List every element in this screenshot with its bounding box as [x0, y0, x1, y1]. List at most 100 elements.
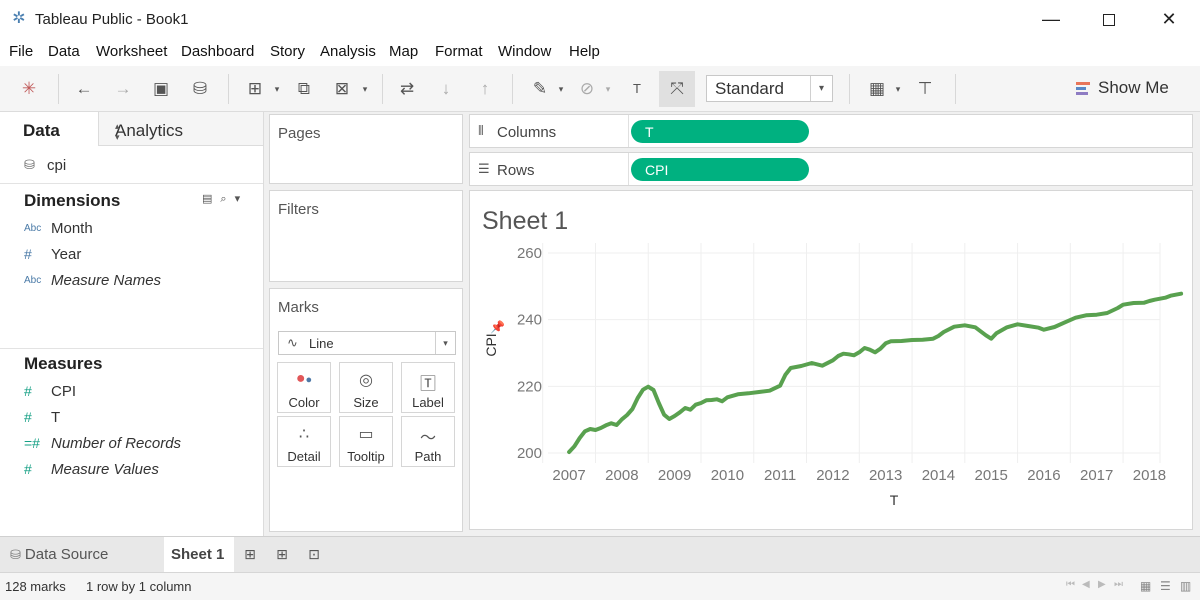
- group-caret-icon[interactable]: ▾: [603, 76, 613, 102]
- field-name: Number of Records: [51, 435, 182, 452]
- undo-icon[interactable]: ←: [71, 76, 97, 102]
- tab-data[interactable]: Data: [0, 112, 98, 146]
- fit-dropdown[interactable]: Standard ▾: [706, 75, 833, 102]
- sheet-tab-sheet-1[interactable]: Sheet 1: [164, 537, 234, 573]
- toolbar-separator: [228, 74, 229, 104]
- menu-help[interactable]: Help: [569, 43, 600, 60]
- menu-analysis[interactable]: Analysis: [320, 43, 376, 60]
- number-type-icon: #: [24, 409, 32, 425]
- filters-card[interactable]: Filters: [269, 190, 463, 282]
- label-button[interactable]: 🅃 Label: [401, 362, 455, 413]
- new-worksheet-icon[interactable]: ⊞: [242, 76, 268, 102]
- x-tick-label: 2017: [1080, 467, 1113, 484]
- redo-icon[interactable]: →: [110, 76, 136, 102]
- menu-window[interactable]: Window: [498, 43, 551, 60]
- field-name: Year: [51, 246, 82, 263]
- filmstrip-view-icon[interactable]: ▥: [1180, 579, 1191, 593]
- tooltip-button[interactable]: ▭ Tooltip: [339, 416, 393, 467]
- fix-axes-icon[interactable]: ⤧: [659, 71, 695, 107]
- duplicate-sheet-icon[interactable]: ⧉: [291, 76, 317, 102]
- y-tick-label: 220: [517, 378, 542, 395]
- menu-format[interactable]: Format: [435, 43, 483, 60]
- color-icon: ●●: [295, 370, 313, 387]
- new-dashboard-icon[interactable]: ⊞: [272, 546, 292, 564]
- columns-label: Columns: [497, 124, 557, 141]
- columns-shelf[interactable]: ⦀ Columns T: [469, 114, 1193, 148]
- menu-map[interactable]: Map: [389, 43, 418, 60]
- new-worksheet-icon[interactable]: ⊞: [240, 546, 260, 564]
- menu-file[interactable]: File: [9, 43, 33, 60]
- database-icon: ⛁: [10, 547, 21, 562]
- dimensions-tools: ▤ ⌕ ▾: [202, 192, 248, 208]
- list-view-icon[interactable]: ☰: [1160, 579, 1171, 593]
- detail-icon: ∴: [298, 426, 310, 443]
- chevron-down-icon: ▾: [810, 76, 832, 101]
- next-page-icon[interactable]: ▶: [1098, 579, 1106, 590]
- detail-button[interactable]: ∴ Detail: [277, 416, 331, 467]
- data-source-name: cpi: [47, 157, 67, 174]
- data-source-tab[interactable]: ⛁ Data Source: [10, 546, 108, 563]
- mark-type-dropdown[interactable]: ∿ Line ▾: [278, 331, 456, 355]
- tab-analytics[interactable]: Analytics ▴ ▾: [98, 112, 263, 146]
- menu-data[interactable]: Data: [48, 43, 80, 60]
- first-page-icon[interactable]: ⏮: [1066, 579, 1075, 590]
- menu-dashboard[interactable]: Dashboard: [181, 43, 254, 60]
- cpi-series-line: [567, 291, 1184, 454]
- columns-pill-t[interactable]: T: [631, 120, 809, 143]
- menu-story[interactable]: Story: [270, 43, 305, 60]
- x-tick-label: 2009: [658, 467, 691, 484]
- grid-view-icon[interactable]: ▦: [1140, 579, 1151, 593]
- new-story-icon[interactable]: ⊡: [304, 546, 324, 564]
- y-tick-label: 240: [517, 312, 542, 329]
- y-tick-label: 200: [517, 445, 542, 462]
- size-button[interactable]: ◎ Size: [339, 362, 393, 413]
- save-icon[interactable]: ▣: [148, 76, 174, 102]
- x-tick-label: 2015: [974, 467, 1007, 484]
- highlight-icon[interactable]: ✎: [527, 76, 553, 102]
- last-page-icon[interactable]: ⏭: [1114, 579, 1123, 590]
- mark-type-value: Line: [309, 336, 334, 351]
- presentation-mode-icon[interactable]: ⊤: [912, 76, 938, 102]
- fit-icon[interactable]: ▦: [864, 76, 890, 102]
- size-icon: ◎: [359, 372, 373, 389]
- view-cards-icon[interactable]: ▤: [202, 193, 212, 205]
- maximize-button[interactable]: [1086, 4, 1132, 34]
- clear-sheet-caret-icon[interactable]: ▾: [360, 76, 370, 102]
- x-tick-label: 2018: [1133, 467, 1166, 484]
- group-icon[interactable]: ⊘: [574, 76, 600, 102]
- prev-page-icon[interactable]: ◀: [1082, 579, 1090, 590]
- path-icon: 〜: [419, 430, 436, 447]
- sheet-tabs-bar: ⛁ Data Source Sheet 1 ⊞ ⊞ ⊡: [0, 536, 1200, 573]
- sort-descending-icon[interactable]: ↑: [472, 76, 498, 102]
- clear-sheet-icon[interactable]: ⊠: [329, 76, 355, 102]
- new-data-source-icon[interactable]: ⛁: [187, 76, 213, 102]
- minimize-button[interactable]: —: [1028, 4, 1074, 34]
- status-bar: 128 marks 1 row by 1 column ⏮ ◀ ▶ ⏭ ▦ ☰ …: [0, 572, 1200, 600]
- sort-ascending-icon[interactable]: ↓: [433, 76, 459, 102]
- worksheet-area: ⦀ Columns T ☰ Rows CPI Sheet 1 200 220 240…: [469, 112, 1200, 536]
- swap-icon[interactable]: ⇄: [394, 76, 420, 102]
- rows-pill-cpi[interactable]: CPI: [631, 158, 809, 181]
- view-canvas[interactable]: Sheet 1 200 220 240 260 2007 2008 2009 2010 2011…: [469, 190, 1193, 530]
- marks-card: Marks ∿ Line ▾ ●● Color ◎ Size 🅃 Label ∴…: [269, 288, 463, 532]
- path-button[interactable]: 〜 Path: [401, 416, 455, 467]
- show-me-icon: [1076, 82, 1090, 96]
- chevron-down-icon[interactable]: ▾: [235, 193, 241, 205]
- highlight-caret-icon[interactable]: ▾: [556, 76, 566, 102]
- new-worksheet-caret-icon[interactable]: ▾: [272, 76, 282, 102]
- rows-shelf[interactable]: ☰ Rows CPI: [469, 152, 1193, 186]
- rows-columns-count: 1 row by 1 column: [86, 579, 192, 594]
- search-icon[interactable]: ⌕: [220, 193, 226, 205]
- color-button[interactable]: ●● Color: [277, 362, 331, 413]
- line-chart[interactable]: 200 220 240 260 2007 2008 2009 2010 2011 2012 2013…: [470, 191, 1192, 529]
- fit-caret-icon[interactable]: ▾: [893, 76, 903, 102]
- tableau-logo-icon[interactable]: ✳: [16, 76, 42, 102]
- show-mark-labels-icon[interactable]: T: [624, 76, 650, 102]
- close-button[interactable]: ✕: [1146, 4, 1192, 34]
- pin-icon: 📌: [490, 319, 505, 334]
- toolbar-separator: [58, 74, 59, 104]
- pages-card[interactable]: Pages: [269, 114, 463, 184]
- menu-worksheet[interactable]: Worksheet: [96, 43, 167, 60]
- x-axis-title: T: [890, 492, 899, 508]
- toolbar-separator: [512, 74, 513, 104]
